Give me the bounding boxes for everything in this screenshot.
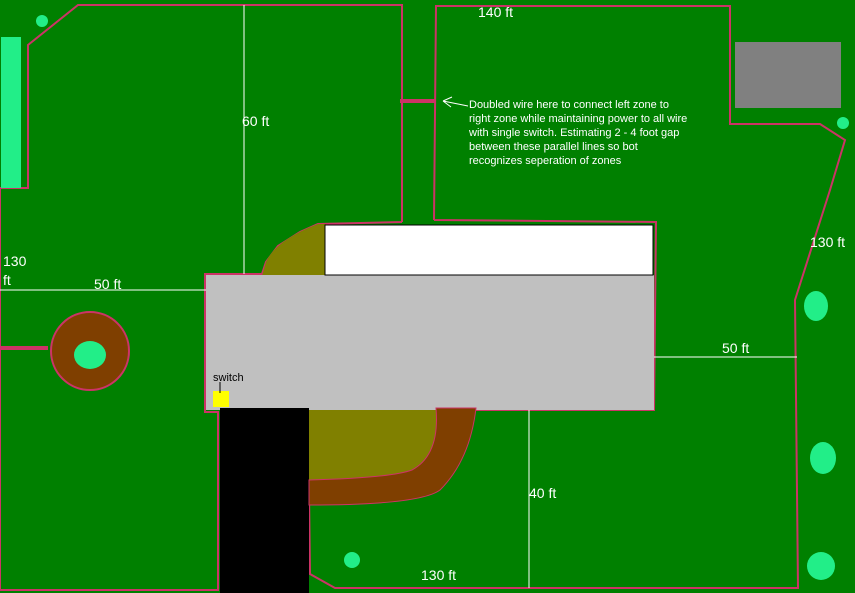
shrub — [804, 291, 828, 321]
shrub — [810, 442, 836, 474]
annotation-line: between these parallel lines so bot — [469, 141, 638, 153]
shrub — [807, 552, 835, 580]
switch-label: switch — [213, 372, 244, 384]
annotation-line: Doubled wire here to connect left zone t… — [469, 99, 669, 111]
patio — [324, 224, 654, 276]
dim-right-50-label: 50 ft — [722, 340, 749, 356]
dim-vertical-60-label: 60 ft — [242, 113, 269, 129]
tree — [74, 341, 106, 369]
annotation-line: recognizes seperation of zones — [469, 155, 622, 167]
annotation-line: right zone while maintaining power to al… — [469, 113, 687, 125]
annotation-line: with single switch. Estimating 2 - 4 foo… — [468, 127, 679, 139]
dim-right-130-label: 130 ft — [810, 234, 845, 250]
left-edge-bed — [1, 37, 21, 188]
dim-top-label: 140 ft — [478, 4, 513, 20]
shed — [735, 42, 841, 108]
dim-left-50-label: 50 ft — [94, 276, 121, 292]
dim-vertical-40-label: 40 ft — [529, 485, 556, 501]
shrub — [837, 117, 849, 129]
shrub — [36, 15, 48, 27]
house — [206, 275, 654, 410]
driveway — [220, 408, 309, 593]
dim-left-130-label-line2: ft — [3, 272, 11, 288]
dim-left-130-label-line1: 130 — [3, 253, 27, 269]
yard-map: switch 140 ft 60 ft 130 ft 50 ft 130 ft … — [0, 0, 855, 593]
shrub — [344, 552, 360, 568]
switch-box — [213, 391, 229, 407]
dim-bottom-130-label: 130 ft — [421, 567, 456, 583]
